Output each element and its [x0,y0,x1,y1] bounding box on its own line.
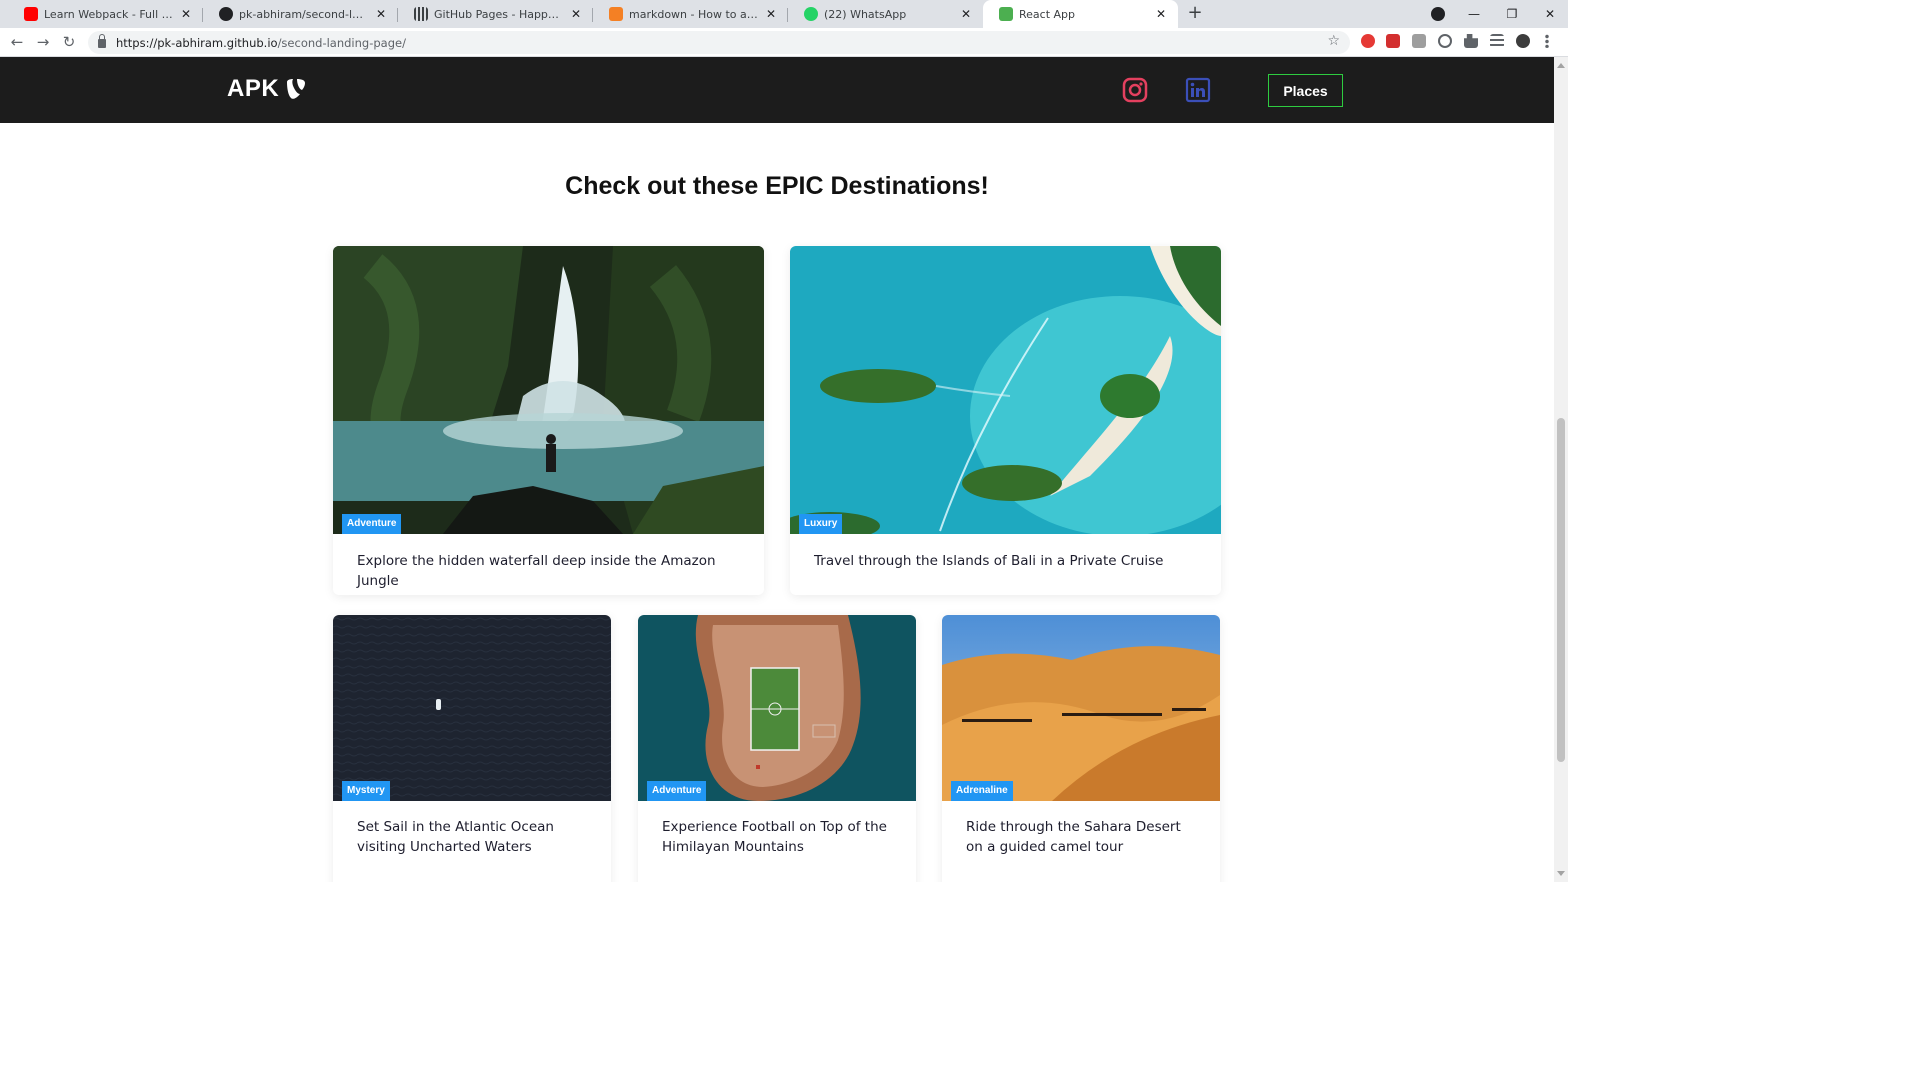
linkedin-icon[interactable] [1185,77,1211,103]
forward-icon[interactable]: → [32,32,54,52]
browser-toolbar: ← → ↻ https://pk-abhiram.github.io/secon… [0,28,1568,57]
page-viewport: APK Places Check out these EPIC Destinat… [0,57,1554,882]
close-icon[interactable]: ✕ [959,7,973,21]
page-scrollbar[interactable] [1554,57,1568,882]
lock-icon[interactable] [98,34,106,48]
places-button[interactable]: Places [1268,74,1343,107]
new-tab-button[interactable]: + [1184,4,1206,24]
category-badge: Adventure [342,514,402,534]
browser-tab[interactable]: markdown - How to add images ✕ [593,0,788,28]
reload-icon[interactable]: ↻ [58,32,80,52]
grid-icon [414,7,428,21]
whatsapp-icon [804,7,818,21]
extension-icon[interactable] [1361,34,1375,48]
tab-title: markdown - How to add images [629,7,758,21]
browser-tab[interactable]: (22) WhatsApp ✕ [788,0,983,28]
avatar[interactable] [1516,34,1530,48]
bookmark-star-icon[interactable]: ☆ [1327,33,1340,49]
destination-card[interactable]: Adventure Experience Football on Top of … [638,615,916,882]
github-icon [219,7,233,21]
site-logo[interactable]: APK [227,75,307,103]
browser-tab[interactable]: GitHub Pages - Happy Coding ✕ [398,0,593,28]
close-icon[interactable]: ✕ [764,7,778,21]
stackoverflow-icon [609,7,623,21]
card-title: Travel through the Islands of Bali in a … [814,553,1164,569]
category-badge: Mystery [342,781,390,801]
browser-tab[interactable]: Learn Webpack - Full Tutorial for ✕ [8,0,203,28]
browser-tab-active[interactable]: React App ✕ [983,0,1178,28]
menu-kebab-icon[interactable] [1544,34,1550,48]
destination-card[interactable]: Adrenaline Ride through the Sahara Deser… [942,615,1220,882]
section-title: Check out these EPIC Destinations! [565,172,989,200]
close-icon[interactable]: ✕ [374,7,388,21]
card-title: Explore the hidden waterfall deep inside… [357,553,716,589]
browser-tab-bar: Learn Webpack - Full Tutorial for ✕ pk-a… [0,0,1568,28]
tab-title: pk-abhiram/second-landing-pag [239,7,368,21]
logo-text: APK [227,75,280,102]
scroll-up-arrow-icon[interactable] [1557,63,1565,68]
browser-tab[interactable]: pk-abhiram/second-landing-pag ✕ [203,0,398,28]
reading-list-icon[interactable] [1490,34,1504,48]
window-close-button[interactable]: ✕ [1530,0,1570,28]
tab-title: GitHub Pages - Happy Coding [434,7,563,21]
tab-title: (22) WhatsApp [824,7,907,21]
scrollbar-thumb[interactable] [1557,418,1565,762]
minimize-button[interactable]: — [1454,0,1494,28]
react-app-icon [999,7,1013,21]
restore-button[interactable]: ❐ [1492,0,1532,28]
url-host: https://pk-abhiram.github.io [116,35,278,50]
extension-icon[interactable] [1412,34,1426,48]
pdf-extension-icon[interactable] [1386,34,1400,48]
category-badge: Luxury [799,514,843,534]
scroll-down-arrow-icon[interactable] [1557,871,1565,876]
instagram-icon[interactable] [1122,77,1148,103]
destination-card[interactable]: Adventure Explore the hidden waterfall d… [333,246,764,595]
card-title: Set Sail in the Atlantic Ocean visiting … [357,819,554,855]
waterfall-image [333,246,764,534]
tab-title: React App [1019,7,1076,21]
card-title: Ride through the Sahara Desert on a guid… [966,819,1181,855]
site-header: APK Places [0,57,1554,123]
close-icon[interactable]: ✕ [1154,7,1168,21]
islands-image [790,246,1221,534]
typo3-logo-icon [287,79,306,99]
youtube-icon [24,7,38,21]
desert-image [942,615,1220,801]
back-icon[interactable]: ← [6,32,28,52]
address-bar[interactable]: https://pk-abhiram.github.io/second-land… [88,31,1350,54]
destination-card[interactable]: Mystery Set Sail in the Atlantic Ocean v… [333,615,611,882]
extension-icon[interactable] [1438,34,1452,48]
category-badge: Adrenaline [951,781,1013,801]
tab-title: Learn Webpack - Full Tutorial for [44,7,173,21]
football-island-image [638,615,916,801]
url-path: /second-landing-page/ [277,35,406,50]
close-icon[interactable]: ✕ [179,7,193,21]
close-icon[interactable]: ✕ [569,7,583,21]
destination-card[interactable]: Luxury Travel through the Islands of Bal… [790,246,1221,595]
category-badge: Adventure [647,781,707,801]
ocean-image [333,615,611,801]
card-title: Experience Football on Top of the Himila… [662,819,887,855]
tab-search-icon[interactable] [1431,7,1445,21]
